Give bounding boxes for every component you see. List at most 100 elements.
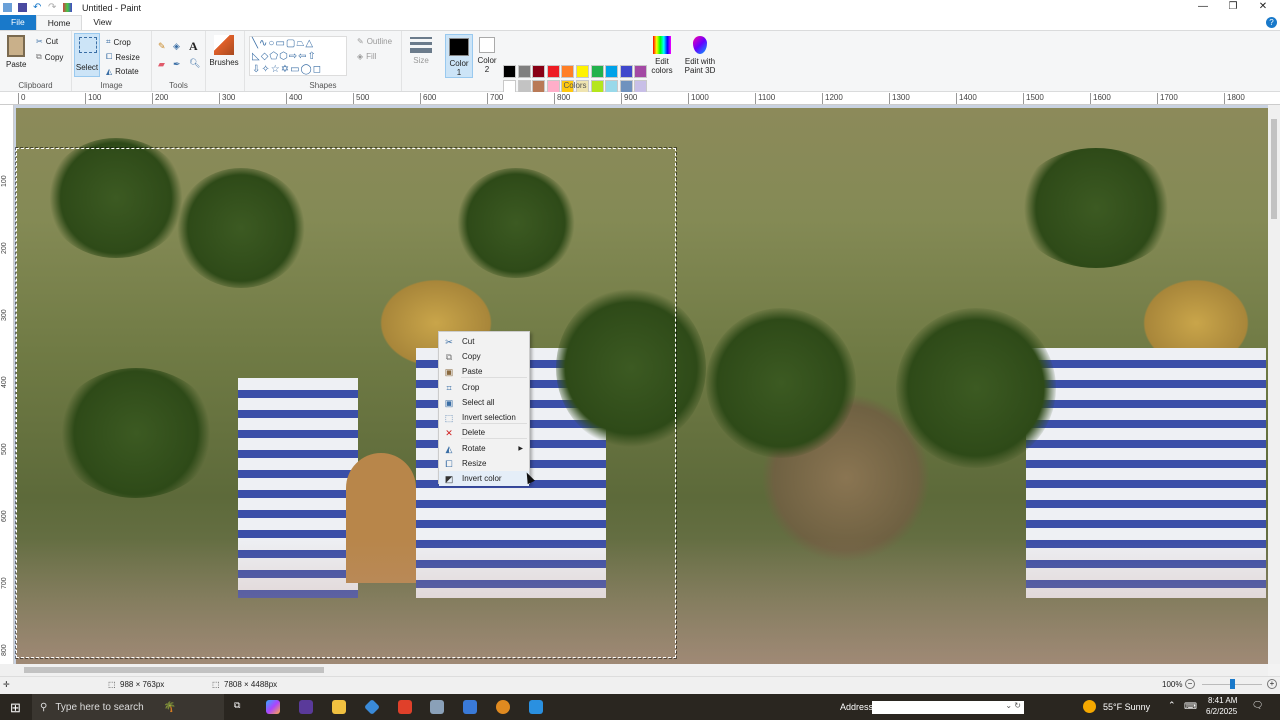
keyboard-icon[interactable]: ⌨ bbox=[1184, 701, 1197, 712]
weather-text[interactable]: 55°F Sunny bbox=[1103, 702, 1150, 712]
zoom-slider-thumb[interactable] bbox=[1230, 679, 1235, 689]
ruler-tick-label: 1100 bbox=[755, 93, 775, 104]
brave-browser-icon[interactable] bbox=[398, 700, 412, 714]
minimize-button[interactable]: — bbox=[1188, 0, 1218, 15]
cut-label: Cut bbox=[45, 37, 59, 46]
close-button[interactable]: ✕ bbox=[1248, 0, 1278, 15]
brushes-button[interactable]: Brushes bbox=[206, 35, 242, 67]
menu-item-resize[interactable]: ⧠ Resize bbox=[439, 456, 529, 471]
select-icon bbox=[79, 37, 97, 53]
menu-item-copy[interactable]: ⧉ Copy bbox=[439, 349, 529, 364]
menu-item-delete[interactable]: ✕ Delete bbox=[439, 425, 529, 440]
paste-button[interactable]: Paste bbox=[6, 35, 26, 69]
app-icon[interactable] bbox=[463, 700, 477, 714]
menu-item-cut[interactable]: ✂ Cut bbox=[439, 334, 529, 349]
size-button[interactable]: Size bbox=[410, 37, 432, 65]
ruler-tick-label: 700 bbox=[487, 93, 503, 104]
customize-icon[interactable] bbox=[63, 3, 72, 12]
resize-button[interactable]: ⧠ Resize bbox=[106, 52, 140, 62]
undo-icon[interactable]: ↶ bbox=[33, 3, 42, 13]
color2-button[interactable]: Color 2 bbox=[475, 37, 499, 74]
palette-swatch[interactable] bbox=[517, 65, 531, 78]
shapes-gallery[interactable]: ╲∿○▭▢⏢△ ◺◇⬠⬡⇨⇦⇧ ⇩✧☆✡▭◯◻ bbox=[249, 36, 347, 76]
selection-rectangle[interactable] bbox=[15, 147, 677, 659]
palette-swatch[interactable] bbox=[634, 65, 648, 78]
redo-icon[interactable]: ↷ bbox=[48, 3, 57, 13]
zoom-out-button[interactable]: − bbox=[1185, 679, 1195, 689]
canvas-area[interactable] bbox=[14, 105, 1268, 664]
vertical-scrollbar[interactable] bbox=[1268, 105, 1280, 664]
app-icon[interactable] bbox=[299, 700, 313, 714]
palette-swatch[interactable] bbox=[605, 65, 619, 78]
app-icon[interactable] bbox=[364, 699, 380, 715]
palette-swatch[interactable] bbox=[546, 65, 560, 78]
zoom-in-button[interactable]: + bbox=[1267, 679, 1277, 689]
palette-swatch[interactable] bbox=[561, 65, 575, 78]
save-icon[interactable] bbox=[18, 3, 27, 12]
menu-item-rotate[interactable]: ◭ Rotate ▶ bbox=[439, 441, 529, 456]
palette-swatch[interactable] bbox=[532, 65, 546, 78]
rotate-icon: ◭ bbox=[106, 67, 113, 76]
palette-swatch[interactable] bbox=[576, 65, 589, 78]
tools-group: ✎ ◈ A ▰ ✒ 🔍︎ Tools bbox=[152, 31, 206, 91]
ruler-tick-label: 400 bbox=[286, 93, 302, 104]
address-input[interactable]: ⌄ ↻ bbox=[872, 701, 1024, 714]
color-picker-icon[interactable]: ✒ bbox=[173, 59, 181, 70]
scissors-icon: ✂ bbox=[36, 37, 43, 46]
palette-swatch[interactable] bbox=[619, 65, 633, 78]
ribbon: Paste ✂ Cut ⧉ Copy Clipboard Select ⌗ Crop … bbox=[0, 30, 1280, 108]
ruler-tick-label: 200 bbox=[1, 242, 8, 254]
notifications-icon[interactable]: 🗨 bbox=[1252, 700, 1263, 711]
menu-item-crop[interactable]: ⌗ Crop bbox=[439, 380, 529, 395]
crop-button[interactable]: ⌗ Crop bbox=[106, 37, 131, 47]
taskbar-search[interactable]: ⚲ Type here to search 🌴 bbox=[32, 694, 224, 720]
pencil-icon[interactable]: ✎ bbox=[158, 41, 166, 52]
scroll-thumb[interactable] bbox=[24, 667, 324, 673]
scroll-thumb[interactable] bbox=[1271, 119, 1277, 219]
menu-item-select-all[interactable]: ▣ Select all bbox=[439, 395, 529, 410]
image-size: 7808 × 4488px bbox=[224, 680, 278, 689]
cut-button[interactable]: ✂ Cut bbox=[36, 37, 58, 46]
fill-bucket-icon[interactable]: ◈ bbox=[173, 41, 180, 52]
magnifier-icon[interactable]: 🔍︎ bbox=[189, 58, 200, 69]
clock-time[interactable]: 8:41 AM bbox=[1208, 696, 1237, 705]
select-all-icon: ▣ bbox=[444, 397, 454, 408]
windows-start-icon[interactable]: ⊞ bbox=[10, 700, 21, 716]
task-view-icon[interactable]: ⧉ bbox=[234, 700, 240, 711]
clock-date[interactable]: 6/2/2025 bbox=[1206, 707, 1237, 716]
edit-colors-button[interactable]: Edit colors bbox=[650, 36, 674, 75]
menu-item-paste[interactable]: ▣ Paste bbox=[439, 364, 529, 379]
fill-button[interactable]: ◈ Fill bbox=[357, 52, 376, 61]
menu-item-invert-color[interactable]: ◩ Invert color bbox=[439, 471, 529, 486]
copilot-icon[interactable] bbox=[266, 700, 280, 714]
palette-swatch[interactable] bbox=[503, 65, 516, 78]
color1-button[interactable]: Color 1 bbox=[445, 34, 473, 78]
tab-view[interactable]: View bbox=[82, 15, 122, 30]
photos-icon[interactable] bbox=[529, 700, 543, 714]
outline-button[interactable]: ✎ Outline bbox=[357, 37, 392, 46]
copy-icon: ⧉ bbox=[445, 351, 453, 362]
edit-paint3d-button[interactable]: Edit with Paint 3D bbox=[682, 36, 718, 75]
tab-home[interactable]: Home bbox=[35, 15, 83, 30]
copy-button[interactable]: ⧉ Copy bbox=[36, 52, 63, 62]
horizontal-scrollbar[interactable] bbox=[0, 664, 1268, 676]
eraser-icon[interactable]: ▰ bbox=[158, 59, 165, 70]
rotate-label: Rotate bbox=[115, 67, 139, 76]
menu-item-invert-selection[interactable]: ⬚ Invert selection bbox=[439, 410, 529, 425]
help-icon[interactable]: ? bbox=[1266, 17, 1277, 28]
text-icon[interactable]: A bbox=[189, 39, 198, 54]
maximize-button[interactable]: ❐ bbox=[1218, 0, 1248, 15]
app-icon[interactable] bbox=[496, 700, 510, 714]
brushes-label: Brushes bbox=[209, 58, 239, 67]
chevron-up-icon[interactable]: ⌃ bbox=[1168, 700, 1176, 711]
resize-icon: ⧠ bbox=[445, 458, 453, 469]
tab-file[interactable]: File bbox=[0, 15, 36, 30]
paint-taskbar-icon[interactable] bbox=[430, 700, 444, 714]
paint-app-icon bbox=[3, 3, 12, 12]
rotate-button[interactable]: ◭ Rotate bbox=[106, 67, 139, 76]
vertical-ruler: 100 200 300 400 500 600 700 800 bbox=[0, 105, 14, 665]
select-button[interactable]: Select bbox=[74, 33, 100, 77]
file-explorer-icon[interactable] bbox=[332, 700, 346, 714]
palette-swatch[interactable] bbox=[590, 65, 604, 78]
menu-item-label: Copy bbox=[462, 352, 481, 361]
